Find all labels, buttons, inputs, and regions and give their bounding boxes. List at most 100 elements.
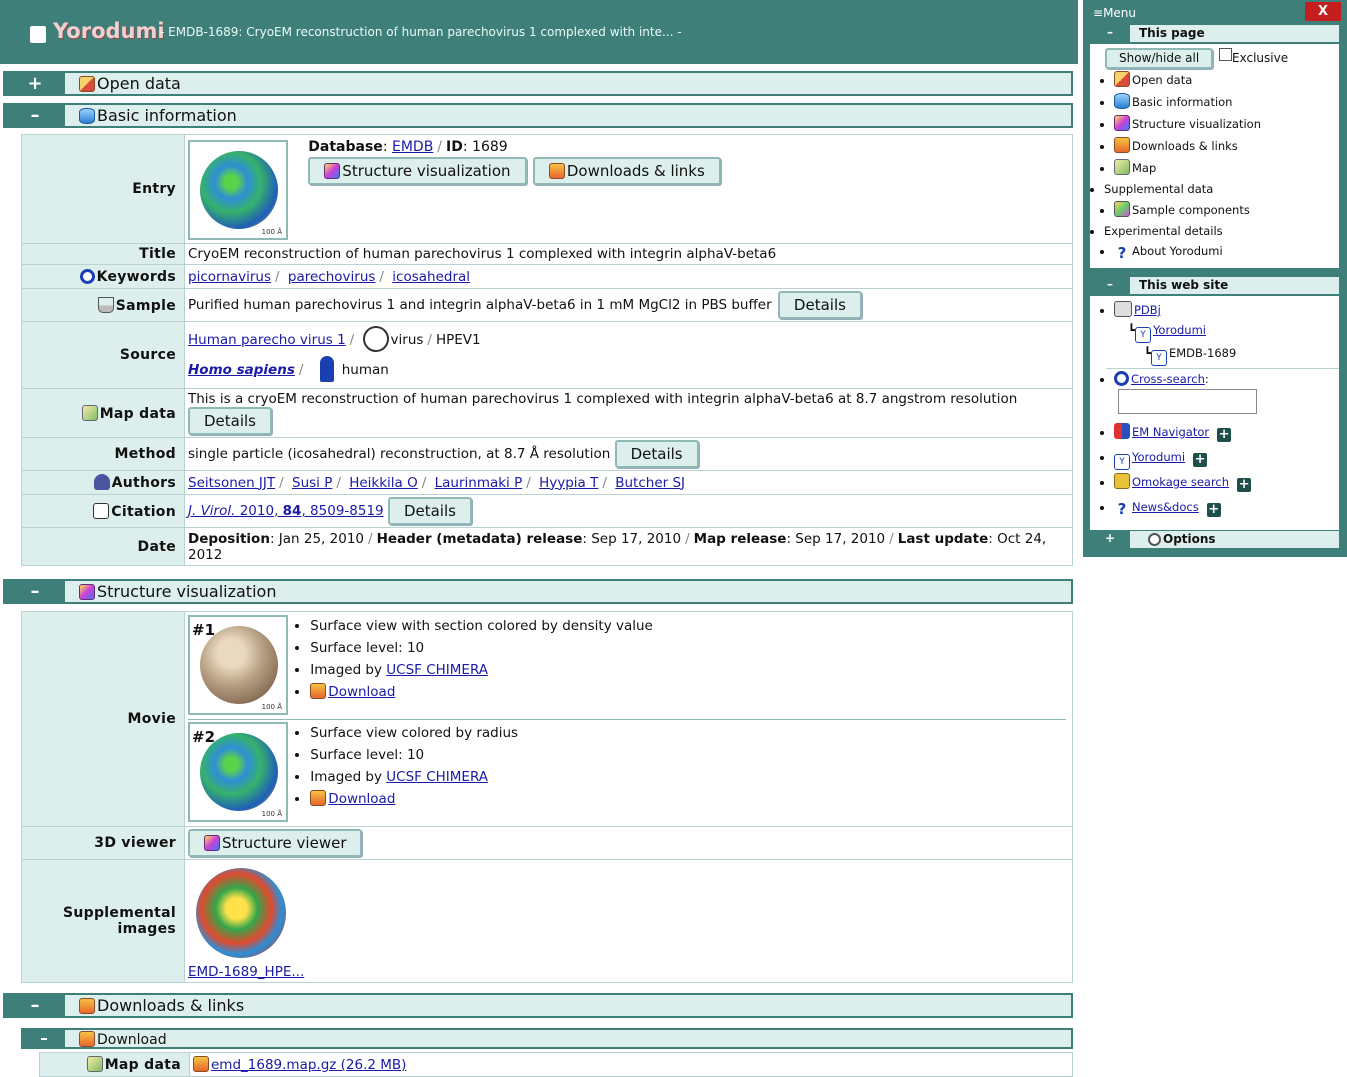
pdbj-link[interactable]: PDBj (1134, 303, 1161, 317)
search-icon (1114, 371, 1129, 386)
chimera-link[interactable]: UCSF CHIMERA (386, 769, 488, 785)
cross-search-link[interactable]: Cross-search (1131, 372, 1205, 386)
menu-item[interactable]: Supplemental data (1104, 182, 1213, 196)
menu-item[interactable]: Downloads & links (1132, 139, 1238, 153)
structure-vis-icon (324, 163, 341, 179)
supplemental-image-link[interactable]: EMD-1689_HPE... (188, 964, 304, 980)
row-key: Title (21, 243, 185, 265)
row-entry: Entry 100 Å Database: EMDB / ID: 1689 Stru… (21, 134, 1073, 244)
row-key: Supplemental images (21, 859, 185, 983)
sample-value: Purified human parechovirus 1 and integr… (188, 297, 772, 313)
supplemental-image[interactable] (188, 862, 298, 964)
database-link[interactable]: EMDB (392, 139, 433, 155)
download-icon (310, 790, 327, 806)
chimera-link[interactable]: UCSF CHIMERA (386, 662, 488, 678)
show-hide-all-button[interactable]: Show/hide all (1105, 48, 1214, 69)
row-authors: Authors Seitsonen JJT / Susi P / Heikkila … (21, 470, 1073, 495)
author-link[interactable]: Butcher SJ (615, 475, 685, 491)
cross-search-input[interactable] (1118, 389, 1257, 414)
row-key: Source (21, 321, 185, 389)
author-link[interactable]: Susi P (292, 475, 332, 491)
map-details-button[interactable]: Details (188, 407, 273, 435)
app-name[interactable]: Yorodumi (53, 19, 165, 43)
movie-thumbnail[interactable]: #1 100 Å (188, 615, 288, 715)
collapse-toggle[interactable]: – (5, 581, 65, 602)
keyword-link[interactable]: icosahedral (392, 269, 470, 285)
section-downloads-links[interactable]: – Downloads & links (3, 993, 1073, 1018)
section-label: Open data (97, 74, 181, 93)
section-label: Structure visualization (97, 582, 277, 601)
entry-thumbnail[interactable]: 100 Å (188, 140, 288, 240)
menu-item[interactable]: Sample components (1132, 203, 1250, 217)
citation-link[interactable]: J. Virol. 2010, 84, 8509-8519 (188, 503, 384, 519)
menu-this-site-header[interactable]: – This web site (1090, 277, 1339, 294)
page-subtitle: - EMDB-1689: CryoEM reconstruction of hu… (160, 25, 682, 39)
map-file-link[interactable]: emd_1689.map.gz (26.2 MB) (211, 1057, 406, 1073)
download-icon (1114, 137, 1130, 153)
movie-item: #2 100 Å Surface view colored by radius … (188, 720, 1066, 823)
omokage-icon (1114, 473, 1130, 489)
movie-thumbnail[interactable]: #2 100 Å (188, 722, 288, 822)
yorodumi-link[interactable]: Yorodumi (1132, 450, 1185, 464)
subsection-download[interactable]: – Download (21, 1028, 1073, 1049)
menu-options-header[interactable]: + Options (1090, 531, 1339, 548)
collapse-toggle[interactable]: – (23, 1030, 65, 1047)
menu-item[interactable]: Experimental details (1104, 224, 1223, 238)
structure-vis-icon (204, 835, 220, 851)
source-link-human[interactable]: Homo sapiens (188, 362, 295, 378)
row-sample: Sample Purified human parechovirus 1 and… (21, 288, 1073, 322)
menu-item[interactable]: Basic information (1132, 95, 1232, 109)
section-label: Downloads & links (97, 996, 245, 1015)
sample-details-button[interactable]: Details (777, 291, 862, 319)
row-method: Method single particle (icosahedral) rec… (21, 437, 1073, 471)
menu-item[interactable]: Structure visualization (1132, 117, 1261, 131)
menu-this-page-header[interactable]: – This page (1090, 25, 1339, 42)
row-source: Source Human parecho virus 1/ virus / HPEV… (21, 321, 1073, 389)
news-docs-link[interactable]: News&docs (1132, 500, 1199, 514)
keyword-link[interactable]: parechovirus (288, 269, 376, 285)
downloads-links-button[interactable]: Downloads & links (532, 157, 721, 185)
database-icon (79, 108, 95, 124)
row-key: Method (21, 437, 185, 471)
yorodumi-icon: Y (1114, 454, 1130, 470)
row-key: Citation (111, 503, 176, 520)
menu-item[interactable]: Map (1132, 161, 1156, 175)
expand-icon[interactable]: + (1237, 478, 1252, 492)
menu-close-button[interactable]: X (1305, 2, 1341, 21)
flask-icon (97, 296, 114, 313)
movie-download-link[interactable]: Download (328, 791, 395, 807)
exclusive-checkbox[interactable] (1219, 48, 1233, 61)
download-icon (310, 683, 327, 699)
omokage-search-link[interactable]: Omokage search (1132, 475, 1229, 489)
expand-icon[interactable]: + (1206, 503, 1221, 517)
author-link[interactable]: Heikkila O (349, 475, 418, 491)
movie-download-link[interactable]: Download (328, 684, 395, 700)
menu-title: ≡Menu (1093, 6, 1137, 20)
author-link[interactable]: Laurinmaki P (435, 475, 523, 491)
row-map-download: Map data emd_1689.map.gz (26.2 MB) (39, 1052, 1073, 1077)
database-icon (1114, 93, 1130, 109)
expand-icon[interactable]: + (1217, 428, 1232, 442)
method-details-button[interactable]: Details (614, 440, 699, 468)
section-basic-information[interactable]: – Basic information (3, 103, 1073, 128)
menu-item[interactable]: Open data (1132, 73, 1192, 87)
menu-item[interactable]: About Yorodumi (1132, 244, 1223, 258)
source-link-virus[interactable]: Human parecho virus 1 (188, 332, 346, 348)
citation-details-button[interactable]: Details (387, 497, 472, 525)
structure-visualization-button[interactable]: Structure visualization (308, 157, 527, 185)
section-open-data[interactable]: + Open data (3, 71, 1073, 96)
structure-viewer-button[interactable]: Structure viewer (188, 829, 363, 857)
author-link[interactable]: Hyypia T (539, 475, 598, 491)
expand-toggle[interactable]: + (5, 73, 65, 94)
download-icon (79, 1031, 95, 1047)
author-link[interactable]: Seitsonen JJT (188, 475, 275, 491)
section-label: Download (97, 1032, 167, 1048)
keyword-link[interactable]: picornavirus (188, 269, 271, 285)
yorodumi-tree-link[interactable]: Yorodumi (1153, 323, 1206, 337)
row-3d-viewer: 3D viewer Structure viewer (21, 826, 1073, 860)
section-structure-visualization[interactable]: – Structure visualization (3, 579, 1073, 604)
collapse-toggle[interactable]: – (5, 105, 65, 126)
expand-icon[interactable]: + (1193, 453, 1208, 467)
collapse-toggle[interactable]: – (5, 995, 65, 1016)
em-navigator-link[interactable]: EM Navigator (1132, 425, 1209, 439)
